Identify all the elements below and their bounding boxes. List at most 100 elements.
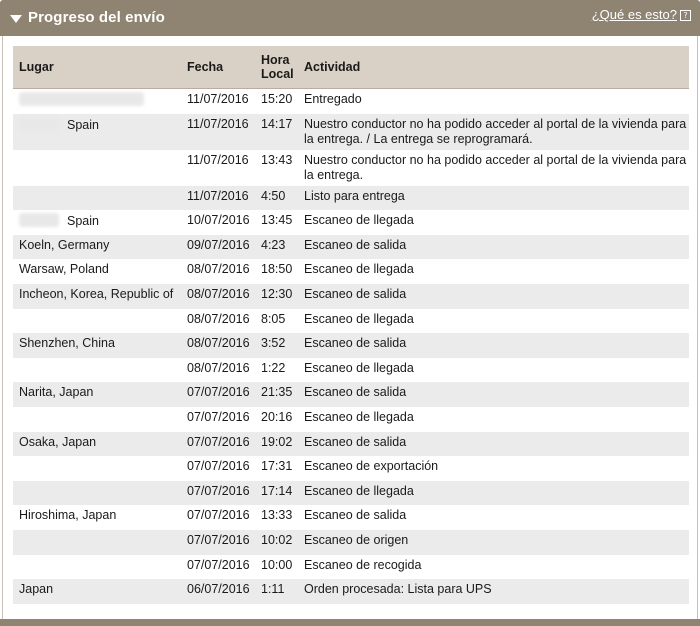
- cell-actividad: Escaneo de origen: [298, 529, 689, 555]
- cell-actividad: Escaneo de llegada: [298, 259, 689, 284]
- table-row: Hiroshima, Japan 07/07/2016 13:33 Escaneo d…: [13, 505, 689, 530]
- cell-fecha: 10/07/2016: [181, 210, 255, 235]
- cell-fecha: 11/07/2016: [181, 88, 255, 114]
- table-row: Narita, Japan 07/07/2016 21:35 Escaneo de s…: [13, 382, 689, 407]
- table-row: 07/07/2016 10:02 Escaneo de origen: [13, 529, 689, 555]
- tracking-table: Lugar Fecha Hora Local Actividad 11/07/20…: [13, 46, 689, 604]
- cell-hora: 10:02: [255, 529, 298, 555]
- table-row: 08/07/2016 1:22 Escaneo de llegada: [13, 357, 689, 383]
- cell-fecha: 07/07/2016: [181, 382, 255, 407]
- cell-lugar: Incheon, Korea, Republic of: [13, 283, 181, 309]
- location-text: Incheon, Korea, Republic of: [19, 286, 174, 301]
- table-row: Spain 11/07/2016 14:17 Nuestro conductor no…: [13, 113, 689, 150]
- cell-actividad: Escaneo de salida: [298, 283, 689, 309]
- help-popup-icon[interactable]: ?: [680, 10, 691, 21]
- location-text: Koeln, Germany: [19, 237, 110, 252]
- location-text: Narita, Japan: [19, 385, 94, 400]
- cell-actividad: Orden procesada: Lista para UPS: [298, 579, 689, 604]
- cell-actividad: Escaneo de salida: [298, 505, 689, 530]
- cell-hora: 3:52: [255, 333, 298, 358]
- cell-lugar: Warsaw, Poland: [13, 259, 181, 284]
- location-text: Warsaw, Poland: [19, 262, 109, 277]
- table-row: Japan 06/07/2016 1:11 Orden procesada: List…: [13, 579, 689, 604]
- cell-hora: 1:11: [255, 579, 298, 604]
- table-row: 07/07/2016 10:00 Escaneo de recogida: [13, 554, 689, 580]
- cell-lugar: [13, 185, 181, 211]
- cell-fecha: 06/07/2016: [181, 579, 255, 604]
- table-row: Shenzhen, China 08/07/2016 3:52 Escaneo de …: [13, 333, 689, 358]
- redacted-location: [19, 213, 59, 228]
- cell-actividad: Nuestro conductor no ha podido acceder a…: [298, 113, 689, 150]
- redacted-location: [19, 116, 59, 131]
- cell-hora: 4:50: [255, 185, 298, 211]
- cell-actividad: Escaneo de llegada: [298, 357, 689, 383]
- table-row: 07/07/2016 17:14 Escaneo de llegada: [13, 480, 689, 506]
- cell-fecha: 07/07/2016: [181, 480, 255, 506]
- cell-lugar: [13, 529, 181, 555]
- cell-hora: 20:16: [255, 406, 298, 432]
- help-link[interactable]: ¿Qué es esto?: [592, 7, 677, 22]
- cell-actividad: Entregado: [298, 88, 689, 114]
- cell-actividad: Escaneo de llegada: [298, 406, 689, 432]
- cell-hora: 15:20: [255, 88, 298, 114]
- cell-fecha: 07/07/2016: [181, 554, 255, 580]
- table-row: Spain 10/07/2016 13:45 Escaneo de llegada: [13, 210, 689, 235]
- cell-fecha: 07/07/2016: [181, 431, 255, 457]
- panel-title: Progreso del envío: [28, 9, 165, 26]
- table-header-row: Lugar Fecha Hora Local Actividad: [13, 46, 689, 89]
- cell-lugar: [13, 480, 181, 506]
- cell-hora: 14:17: [255, 113, 298, 150]
- tracking-table-body: 11/07/2016 15:20 Entregado Spain 11/07/2016 1…: [13, 88, 689, 604]
- panel-footer-bar: [0, 619, 700, 626]
- column-header-fecha: Fecha: [181, 46, 255, 89]
- column-header-hora-line2: Local: [261, 67, 294, 81]
- cell-fecha: 08/07/2016: [181, 259, 255, 284]
- cell-actividad: Escaneo de salida: [298, 333, 689, 358]
- cell-actividad: Nuestro conductor no ha podido acceder a…: [298, 149, 689, 186]
- table-row: Koeln, Germany 09/07/2016 4:23 Escaneo de s…: [13, 234, 689, 260]
- redacted-location: [19, 92, 144, 106]
- cell-hora: 12:30: [255, 283, 298, 309]
- cell-lugar: Shenzhen, China: [13, 333, 181, 358]
- cell-hora: 18:50: [255, 259, 298, 284]
- location-text: Spain: [67, 214, 99, 229]
- column-header-actividad: Actividad: [298, 46, 689, 89]
- cell-hora: 1:22: [255, 357, 298, 383]
- cell-actividad: Escaneo de salida: [298, 431, 689, 457]
- table-row: 11/07/2016 13:43 Nuestro conductor no ha p…: [13, 149, 689, 186]
- location-text: Shenzhen, China: [19, 336, 115, 351]
- cell-lugar: Osaka, Japan: [13, 431, 181, 457]
- cell-lugar: Narita, Japan: [13, 382, 181, 407]
- collapse-triangle-icon[interactable]: [10, 15, 22, 23]
- tracking-table-wrap: Lugar Fecha Hora Local Actividad 11/07/20…: [13, 46, 689, 604]
- cell-actividad: Escaneo de salida: [298, 382, 689, 407]
- table-row: 11/07/2016 15:20 Entregado: [13, 88, 689, 114]
- table-row: Warsaw, Poland 08/07/2016 18:50 Escaneo de …: [13, 259, 689, 284]
- cell-actividad: Listo para entrega: [298, 185, 689, 211]
- cell-fecha: 08/07/2016: [181, 308, 255, 334]
- cell-fecha: 07/07/2016: [181, 406, 255, 432]
- cell-fecha: 11/07/2016: [181, 149, 255, 186]
- location-text: Hiroshima, Japan: [19, 508, 117, 523]
- location-text: Japan: [19, 582, 54, 597]
- cell-lugar: Japan: [13, 579, 181, 604]
- cell-fecha: 08/07/2016: [181, 333, 255, 358]
- column-header-hora-local: Hora Local: [255, 46, 298, 89]
- cell-lugar: Hiroshima, Japan: [13, 505, 181, 530]
- location-text: Spain: [67, 117, 99, 132]
- cell-fecha: 11/07/2016: [181, 185, 255, 211]
- cell-lugar: [13, 149, 181, 186]
- shipment-progress-panel: Progreso del envío ¿Qué es esto? ? Lugar…: [0, 0, 700, 626]
- table-row: Incheon, Korea, Republic of 08/07/2016 12:…: [13, 283, 689, 309]
- panel-header[interactable]: Progreso del envío ¿Qué es esto? ?: [0, 0, 700, 36]
- cell-hora: 8:05: [255, 308, 298, 334]
- cell-fecha: 07/07/2016: [181, 529, 255, 555]
- cell-fecha: 08/07/2016: [181, 283, 255, 309]
- cell-lugar: [13, 308, 181, 334]
- cell-actividad: Escaneo de salida: [298, 234, 689, 260]
- cell-lugar: [13, 88, 181, 114]
- cell-hora: 19:02: [255, 431, 298, 457]
- cell-lugar: Spain: [13, 210, 181, 235]
- cell-actividad: Escaneo de llegada: [298, 210, 689, 235]
- cell-hora: 4:23: [255, 234, 298, 260]
